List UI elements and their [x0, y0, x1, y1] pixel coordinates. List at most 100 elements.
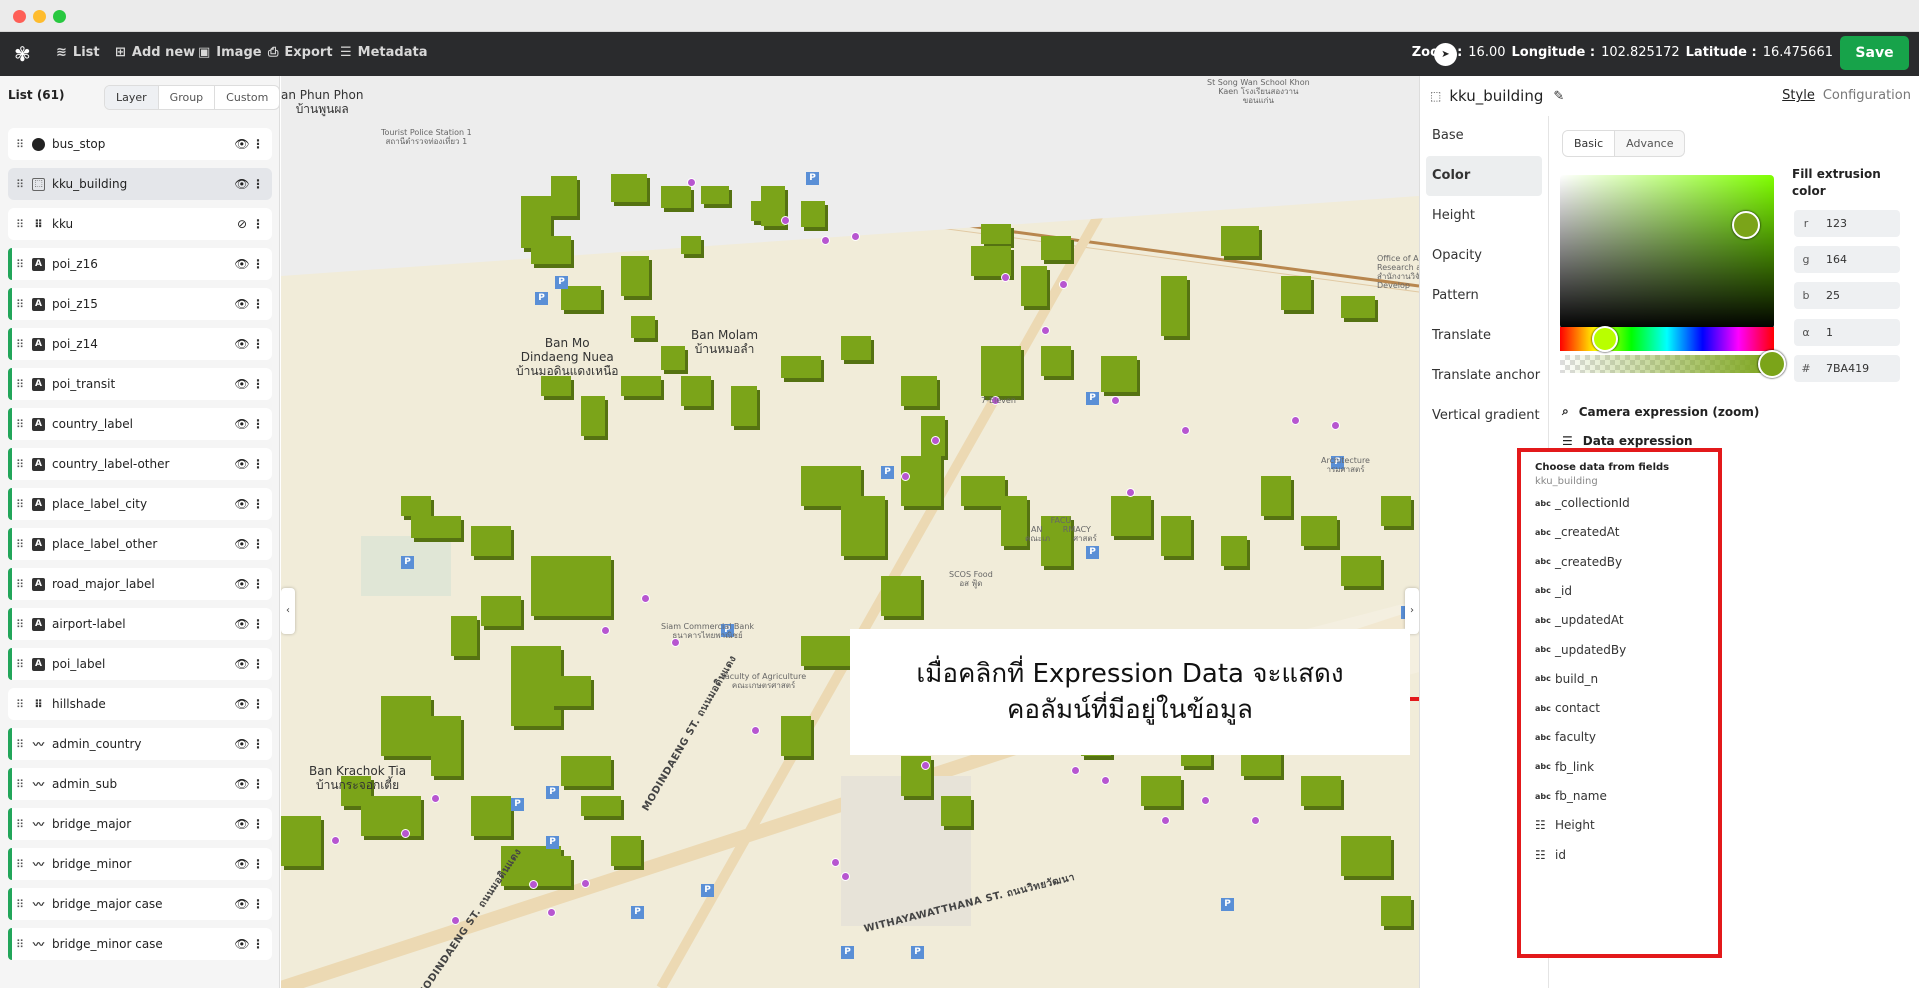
building-footprint[interactable]: [1111, 496, 1151, 536]
visibility-icon[interactable]: 👁: [234, 777, 250, 791]
drag-handle-icon[interactable]: ⠿: [16, 898, 26, 911]
drag-handle-icon[interactable]: ⠿: [16, 578, 26, 591]
building-footprint[interactable]: [431, 716, 461, 776]
poi-marker[interactable]: [431, 794, 440, 803]
visibility-icon[interactable]: 👁: [234, 817, 250, 831]
map-canvas[interactable]: PPPPPPPPPPPPPPPPPP an Phun Phon บ้านพูนผ…: [281, 76, 1419, 988]
more-options-icon[interactable]: ⋮: [250, 937, 266, 951]
more-options-icon[interactable]: ⋮: [250, 417, 266, 431]
tab-custom[interactable]: Custom: [215, 86, 279, 109]
drag-handle-icon[interactable]: ⠿: [16, 178, 26, 191]
building-footprint[interactable]: [1101, 356, 1137, 392]
more-options-icon[interactable]: ⋮: [250, 817, 266, 831]
visibility-icon[interactable]: 👁: [234, 177, 250, 191]
building-footprint[interactable]: [1141, 776, 1181, 806]
building-footprint[interactable]: [1041, 236, 1071, 260]
field-option[interactable]: abc contact: [1535, 701, 1600, 715]
building-footprint[interactable]: [841, 496, 885, 556]
layer-row[interactable]: ⠿ 〰 bridge_minor 👁 ⋮: [8, 848, 272, 880]
visibility-icon[interactable]: 👁: [234, 257, 250, 271]
building-footprint[interactable]: [881, 576, 921, 616]
building-footprint[interactable]: [561, 756, 611, 786]
alpha-field[interactable]: α1: [1794, 319, 1900, 346]
drag-handle-icon[interactable]: ⠿: [16, 658, 26, 671]
green-field[interactable]: g 164: [1794, 246, 1900, 273]
maximize-window-button[interactable]: [53, 10, 66, 23]
building-footprint[interactable]: [621, 256, 649, 296]
layer-row[interactable]: ⠿ Acountry_label 👁 ⋮: [8, 408, 272, 440]
visibility-icon[interactable]: 👁: [234, 537, 250, 551]
building-footprint[interactable]: [551, 676, 591, 706]
building-footprint[interactable]: [381, 696, 431, 756]
visibility-icon[interactable]: 👁: [234, 337, 250, 351]
more-options-icon[interactable]: ⋮: [250, 577, 266, 591]
building-footprint[interactable]: [1041, 346, 1071, 376]
building-footprint[interactable]: [581, 396, 605, 436]
drag-handle-icon[interactable]: ⠿: [16, 378, 26, 391]
poi-marker[interactable]: [641, 594, 650, 603]
nav-image[interactable]: ▣ Image: [198, 45, 262, 60]
building-footprint[interactable]: [471, 526, 511, 556]
parking-icon[interactable]: P: [881, 466, 894, 479]
drag-handle-icon[interactable]: ⠿: [16, 458, 26, 471]
parking-icon[interactable]: P: [546, 836, 559, 849]
parking-icon[interactable]: P: [1086, 392, 1099, 405]
drag-handle-icon[interactable]: ⠿: [16, 498, 26, 511]
drag-handle-icon[interactable]: ⠿: [16, 418, 26, 431]
blue-field[interactable]: b 25: [1794, 282, 1900, 309]
tab-layer[interactable]: Layer: [105, 86, 159, 109]
layer-row[interactable]: ⠿ Apoi_transit 👁 ⋮: [8, 368, 272, 400]
poi-marker[interactable]: [781, 216, 790, 225]
building-footprint[interactable]: [1161, 276, 1187, 336]
building-footprint[interactable]: [611, 836, 641, 866]
hidden-icon[interactable]: ⊘: [234, 217, 250, 231]
building-footprint[interactable]: [1261, 476, 1291, 516]
visibility-icon[interactable]: 👁: [234, 497, 250, 511]
more-options-icon[interactable]: ⋮: [250, 137, 266, 151]
close-window-button[interactable]: [13, 10, 26, 23]
minimize-window-button[interactable]: [33, 10, 46, 23]
layer-row[interactable]: ⠿ Aplace_label_other 👁 ⋮: [8, 528, 272, 560]
visibility-icon[interactable]: 👁: [234, 697, 250, 711]
field-option[interactable]: abc _createdAt: [1535, 525, 1619, 539]
building-footprint[interactable]: [1021, 266, 1047, 306]
visibility-icon[interactable]: 👁: [234, 457, 250, 471]
tab-advance[interactable]: Advance: [1615, 131, 1684, 156]
layer-row[interactable]: ⠿ ⠿ kku ⊘ ⋮: [8, 208, 272, 240]
poi-marker[interactable]: [1126, 488, 1135, 497]
poi-marker[interactable]: [831, 858, 840, 867]
building-footprint[interactable]: [661, 186, 691, 208]
field-option[interactable]: ☷ Height: [1535, 818, 1595, 832]
layer-row[interactable]: ⠿ Apoi_label 👁 ⋮: [8, 648, 272, 680]
drag-handle-icon[interactable]: ⠿: [16, 938, 26, 951]
building-footprint[interactable]: [531, 556, 611, 616]
poi-marker[interactable]: [1041, 326, 1050, 335]
building-footprint[interactable]: [941, 796, 971, 826]
nav-add-new[interactable]: ⊞ Add new: [115, 45, 195, 60]
layer-row[interactable]: ⠿ ⬚ kku_building 👁 ⋮: [8, 168, 272, 200]
poi-marker[interactable]: [931, 436, 940, 445]
category-translate-anchor[interactable]: Translate anchor: [1420, 356, 1548, 396]
parking-icon[interactable]: P: [1086, 546, 1099, 559]
layer-row[interactable]: ⠿ 〰 bridge_major 👁 ⋮: [8, 808, 272, 840]
field-option[interactable]: abc _id: [1535, 584, 1572, 598]
more-options-icon[interactable]: ⋮: [250, 697, 266, 711]
field-option[interactable]: abc faculty: [1535, 730, 1596, 744]
building-footprint[interactable]: [901, 376, 937, 406]
building-footprint[interactable]: [281, 816, 321, 866]
building-footprint[interactable]: [1341, 836, 1391, 876]
drag-handle-icon[interactable]: ⠿: [16, 338, 26, 351]
more-options-icon[interactable]: ⋮: [250, 497, 266, 511]
building-footprint[interactable]: [611, 174, 647, 202]
poi-marker[interactable]: [529, 880, 538, 889]
poi-marker[interactable]: [841, 872, 850, 881]
field-option[interactable]: abc _createdBy: [1535, 555, 1622, 569]
poi-marker[interactable]: [901, 472, 910, 481]
layer-row[interactable]: ⠿ Acountry_label-other 👁 ⋮: [8, 448, 272, 480]
more-options-icon[interactable]: ⋮: [250, 337, 266, 351]
layer-row[interactable]: ⠿ Apoi_z15 👁 ⋮: [8, 288, 272, 320]
visibility-icon[interactable]: 👁: [234, 857, 250, 871]
layer-row[interactable]: ⠿ 〰 bridge_major case 👁 ⋮: [8, 888, 272, 920]
more-options-icon[interactable]: ⋮: [250, 617, 266, 631]
parking-icon[interactable]: P: [546, 786, 559, 799]
